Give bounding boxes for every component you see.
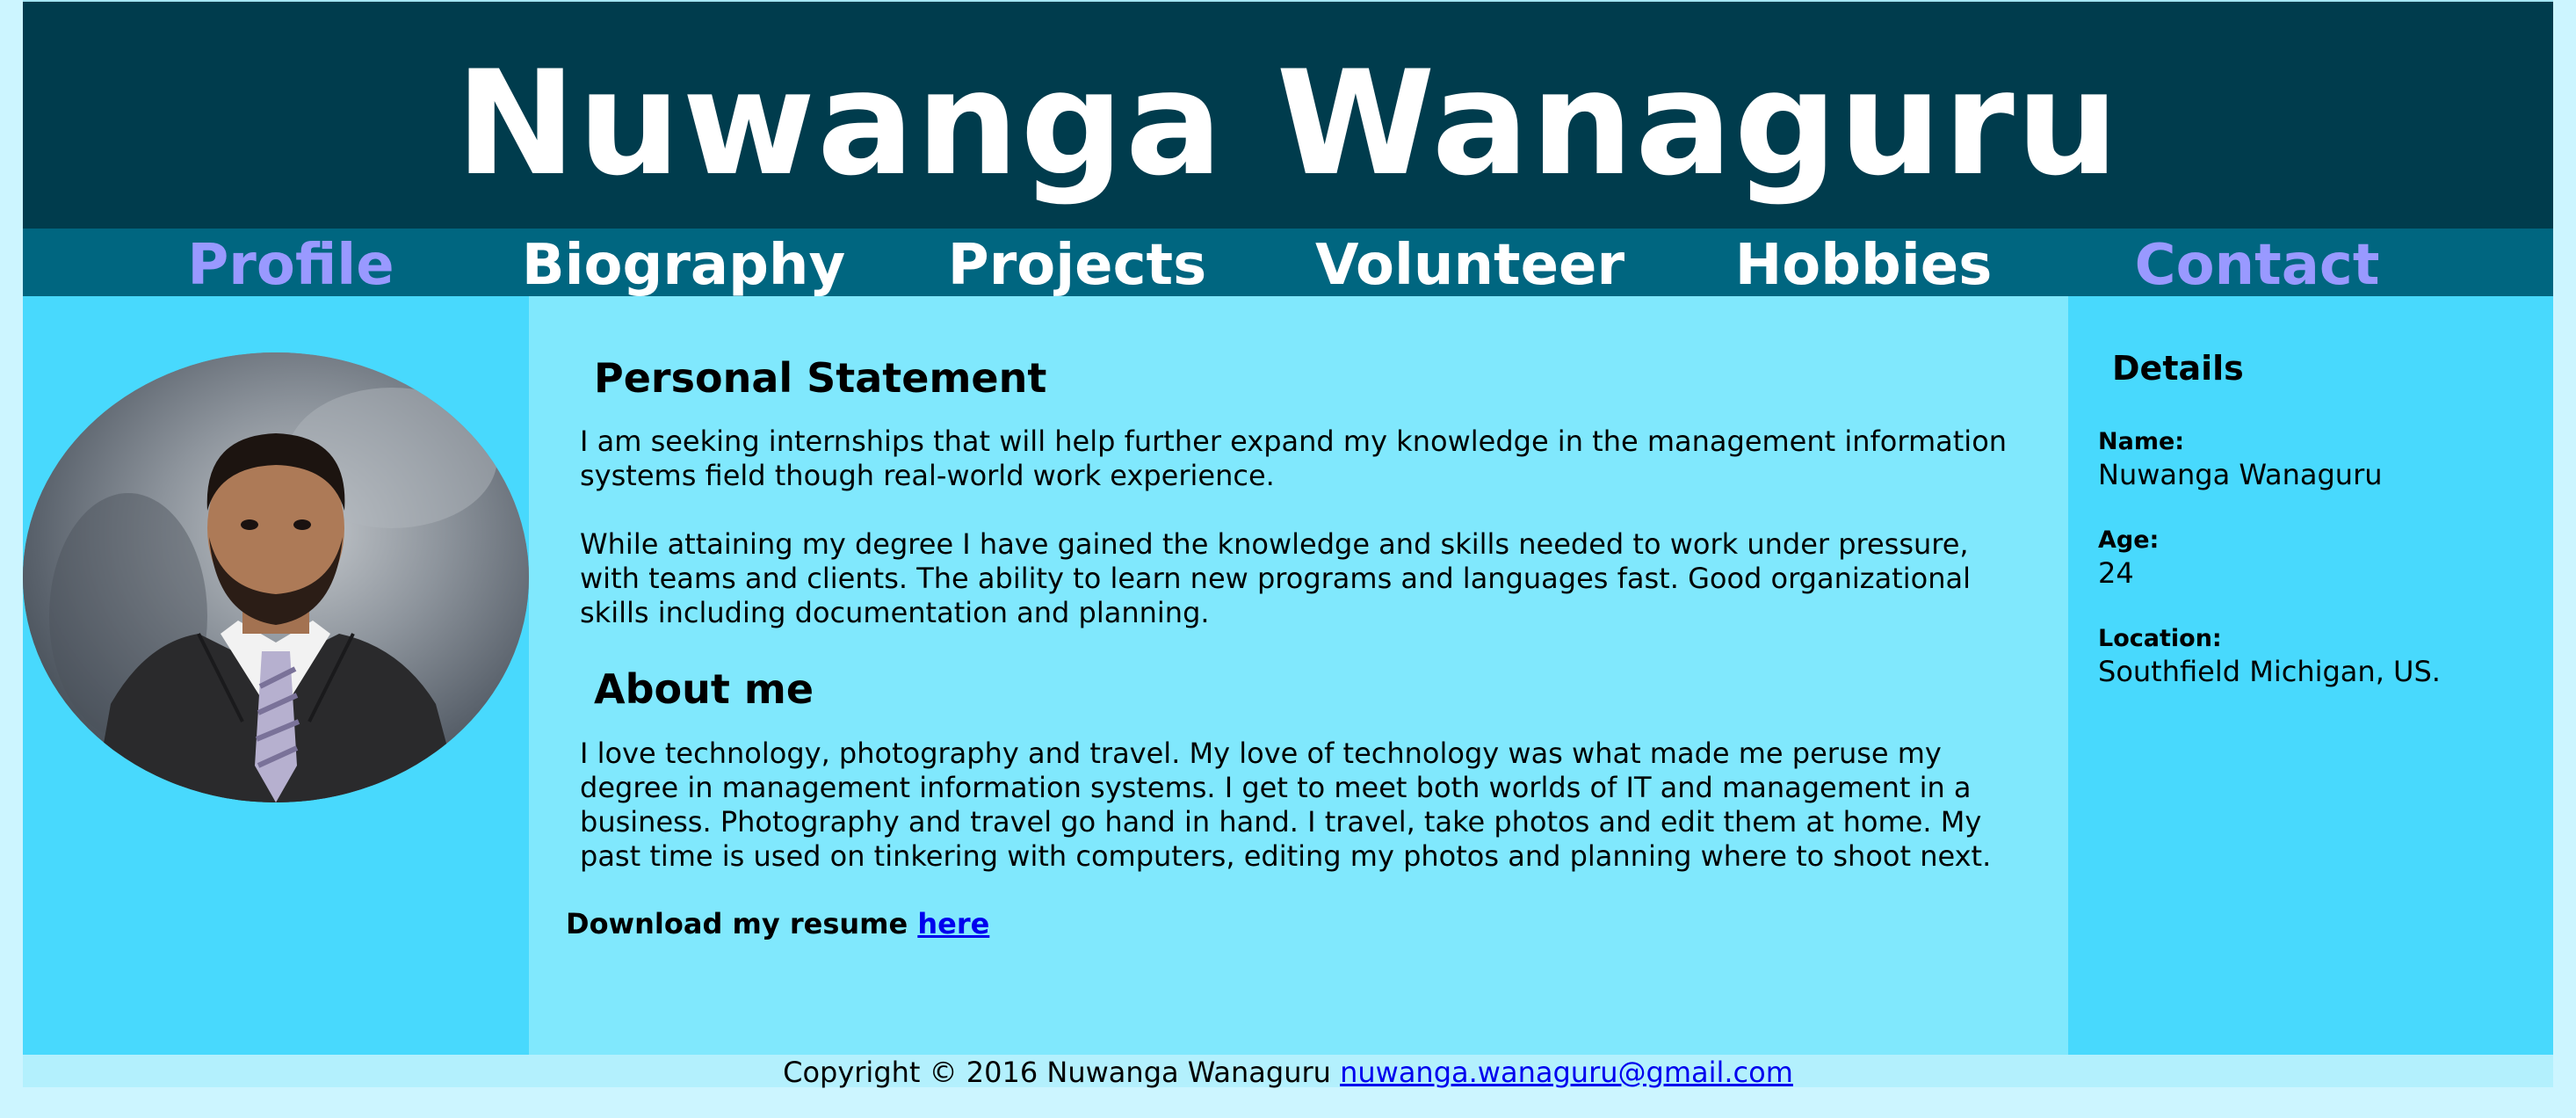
- about-me-paragraph: I love technology, photography and trave…: [580, 737, 1992, 873]
- resume-download: Download my resume here: [566, 907, 989, 940]
- name-label: Name:: [2098, 428, 2185, 455]
- site-title: Nuwanga Wanaguru: [455, 40, 2121, 207]
- nav-contact[interactable]: Contact: [2135, 229, 2380, 298]
- resume-text: Download my resume: [566, 907, 908, 940]
- main-nav: Profile Biography Projects Volunteer Hob…: [23, 229, 2553, 298]
- nav-volunteer[interactable]: Volunteer: [1315, 229, 1624, 298]
- details-sidebar: Details Name: Nuwanga Wanaguru Age: 24 L…: [2068, 296, 2553, 1055]
- site-footer: Copyright © 2016 Nuwanga Wanaguru nuwang…: [23, 1055, 2553, 1089]
- age-value: 24: [2098, 556, 2134, 590]
- personal-statement-heading: Personal Statement: [594, 354, 1047, 402]
- nav-profile[interactable]: Profile: [187, 229, 394, 298]
- email-link[interactable]: nuwanga.wanaguru@gmail.com: [1340, 1056, 1793, 1089]
- age-label: Age:: [2098, 526, 2160, 554]
- personal-statement-paragraph-1: I am seeking internships that will help …: [580, 425, 2008, 492]
- nav-projects[interactable]: Projects: [948, 229, 1206, 298]
- location-value: Southfield Michigan, US.: [2098, 655, 2441, 688]
- copyright-text: Copyright © 2016 Nuwanga Wanaguru: [783, 1056, 1331, 1089]
- resume-link[interactable]: here: [917, 907, 989, 940]
- location-label: Location:: [2098, 625, 2222, 652]
- nav-hobbies[interactable]: Hobbies: [1735, 229, 1993, 298]
- page-wrapper: Nuwanga Wanaguru Profile Biography Proje…: [23, 0, 2553, 1118]
- main-content: Personal Statement I am seeking internsh…: [529, 296, 2068, 1055]
- name-value: Nuwanga Wanaguru: [2098, 458, 2383, 491]
- details-heading: Details: [2112, 349, 2244, 388]
- nav-biography[interactable]: Biography: [522, 229, 845, 298]
- personal-statement-paragraph-2: While attaining my degree I have gained …: [580, 527, 1971, 629]
- profile-photo-portrait: [23, 352, 529, 802]
- about-me-heading: About me: [594, 665, 814, 713]
- site-header: Nuwanga Wanaguru: [23, 0, 2553, 229]
- profile-photo: [23, 352, 529, 802]
- left-sidebar: [23, 296, 529, 1055]
